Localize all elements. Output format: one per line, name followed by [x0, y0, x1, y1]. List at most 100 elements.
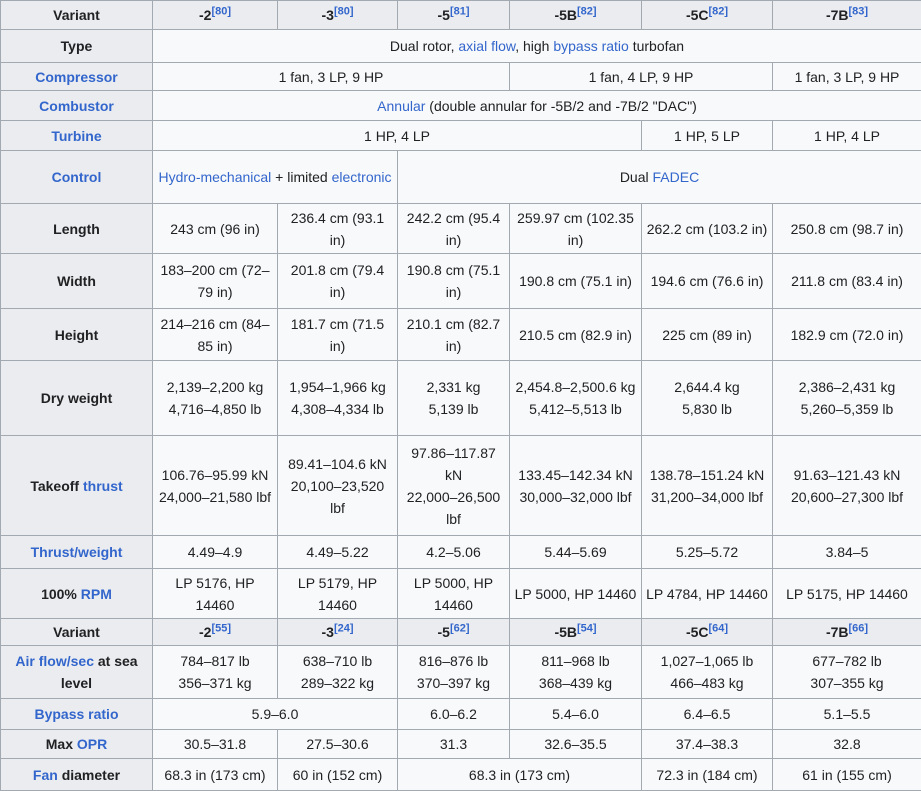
spec-value-cell: 784–817 lb356–371 kg [153, 646, 278, 699]
text-segment: 784–817 lb [180, 653, 249, 669]
text-segment: 37.4–38.3 [676, 736, 738, 752]
text-segment: Dual rotor, [390, 38, 458, 54]
text-segment: 811–968 lb [541, 653, 609, 669]
text-segment: 5.4–6.0 [552, 706, 599, 722]
row-control: ControlHydro-mechanical + limited electr… [1, 151, 921, 204]
wiki-link[interactable]: Hydro-mechanical [158, 169, 271, 185]
text-segment: LP 5175, HP 14460 [786, 586, 908, 602]
text-segment: 201.8 cm (79.4 in) [291, 262, 384, 300]
reference-link[interactable]: [81] [450, 5, 470, 17]
wiki-link[interactable]: Bypass ratio [34, 706, 118, 722]
wiki-link[interactable]: OPR [77, 736, 107, 752]
reference-link[interactable]: [66] [849, 622, 869, 634]
text-segment: 133.45–142.34 kN [518, 467, 632, 483]
spec-value-cell: 72.3 in (184 cm) [642, 759, 773, 791]
row-turbine: Turbine1 HP, 4 LP1 HP, 5 LP1 HP, 4 LP [1, 121, 921, 151]
spec-value-cell: LP 5175, HP 14460 [773, 569, 921, 619]
variant-header-cell: -5[62] [398, 619, 510, 646]
text-segment: -3 [321, 7, 333, 23]
text-segment: 20,600–27,300 lbf [791, 489, 903, 505]
reference-link[interactable]: [24] [334, 622, 354, 634]
text-segment: 181.7 cm (71.5 in) [291, 316, 384, 354]
reference-link[interactable]: [54] [577, 622, 597, 634]
row-label-length: Length [1, 204, 153, 254]
text-segment: -5C [686, 624, 709, 640]
spec-value-cell: 181.7 cm (71.5 in) [278, 309, 398, 361]
spec-value-cell: Dual FADEC [398, 151, 921, 204]
row-label-control: Control [1, 151, 153, 204]
text-segment: 5.9–6.0 [252, 706, 299, 722]
reference-link[interactable]: [83] [849, 5, 869, 17]
spec-value-cell: 5.4–6.0 [510, 699, 642, 730]
text-segment: 262.2 cm (103.2 in) [647, 221, 768, 237]
reference-link[interactable]: [62] [450, 622, 470, 634]
row-variant-bottom: Variant-2[55]-3[24]-5[62]-5B[54]-5C[64]-… [1, 619, 921, 646]
text-segment: 242.2 cm (95.4 in) [407, 210, 500, 248]
spec-value-cell: 2,644.4 kg5,830 lb [642, 361, 773, 436]
row-variant-top: Variant-2[80]-3[80]-5[81]-5B[82]-5C[82]-… [1, 1, 921, 30]
wiki-link[interactable]: bypass ratio [553, 38, 628, 54]
reference-link[interactable]: [64] [709, 622, 729, 634]
reference-link[interactable]: [55] [211, 622, 231, 634]
wiki-link[interactable]: Fan [33, 767, 58, 783]
spec-value-cell: 6.0–6.2 [398, 699, 510, 730]
wiki-link[interactable]: electronic [332, 169, 392, 185]
spec-value-cell: 133.45–142.34 kN30,000–32,000 lbf [510, 436, 642, 536]
text-segment: -5 [437, 624, 449, 640]
spec-value-cell: 30.5–31.8 [153, 730, 278, 759]
text-segment: 2,454.8–2,500.6 kg [516, 379, 636, 395]
wiki-link[interactable]: Thrust/weight [31, 544, 123, 560]
text-segment: 1 fan, 3 LP, 9 HP [795, 69, 900, 85]
text-segment: Height [55, 327, 99, 343]
reference-link[interactable]: [80] [211, 5, 231, 17]
wiki-link[interactable]: axial flow [458, 38, 515, 54]
spec-value-cell: LP 5176, HP 14460 [153, 569, 278, 619]
spec-value-cell: 37.4–38.3 [642, 730, 773, 759]
row-label-compressor: Compressor [1, 63, 153, 91]
spec-value-cell: 97.86–117.87 kN22,000–26,500 lbf [398, 436, 510, 536]
text-segment: 61 in (155 cm) [802, 767, 891, 783]
reference-link[interactable]: [80] [334, 5, 354, 17]
wiki-link[interactable]: Control [52, 169, 102, 185]
row-label-takeoff-thrust: Takeoff thrust [1, 436, 153, 536]
text-segment: 1,954–1,966 kg [289, 379, 386, 395]
text-segment: 214–216 cm (84–85 in) [161, 316, 270, 354]
spec-value-cell: 190.8 cm (75.1 in) [510, 254, 642, 309]
text-segment: 32.8 [833, 736, 860, 752]
text-segment: 466–483 kg [670, 675, 743, 691]
text-segment: 1 HP, 4 LP [364, 128, 430, 144]
text-segment: 370–397 kg [417, 675, 490, 691]
text-segment: -5B [554, 624, 577, 640]
reference-link[interactable]: [82] [709, 5, 729, 17]
wiki-link[interactable]: Annular [377, 98, 425, 114]
spec-value-cell: 2,386–2,431 kg5,260–5,359 lb [773, 361, 921, 436]
wiki-link[interactable]: RPM [81, 586, 112, 602]
text-segment: 259.97 cm (102.35 in) [517, 210, 634, 248]
text-segment: -5C [686, 7, 709, 23]
wiki-link[interactable]: Air flow/sec [15, 653, 94, 669]
text-segment: turbofan [629, 38, 684, 54]
text-segment: Type [61, 38, 93, 54]
text-segment: LP 4784, HP 14460 [646, 586, 768, 602]
reference-link[interactable]: [82] [577, 5, 597, 17]
row-label-rpm-100: 100% RPM [1, 569, 153, 619]
text-segment: 91.63–121.43 kN [794, 467, 901, 483]
spec-value-cell: 5.44–5.69 [510, 536, 642, 569]
text-segment: -2 [199, 624, 211, 640]
wiki-link[interactable]: FADEC [653, 169, 700, 185]
text-segment: 4,308–4,334 lb [291, 401, 384, 417]
spec-value-cell: 31.3 [398, 730, 510, 759]
text-segment: Variant [53, 624, 100, 640]
row-label-fan-diameter: Fan diameter [1, 759, 153, 791]
variant-header-cell: -2[80] [153, 1, 278, 30]
spec-value-cell: 5.25–5.72 [642, 536, 773, 569]
row-thrust-weight: Thrust/weight4.49–4.94.49–5.224.2–5.065.… [1, 536, 921, 569]
wiki-link[interactable]: Turbine [51, 128, 101, 144]
spec-value-cell: 210.5 cm (82.9 in) [510, 309, 642, 361]
text-segment: LP 5179, HP 14460 [298, 575, 377, 613]
wiki-link[interactable]: Compressor [35, 69, 117, 85]
spec-value-cell: 811–968 lb368–439 kg [510, 646, 642, 699]
wiki-link[interactable]: thrust [83, 478, 123, 494]
wiki-link[interactable]: Combustor [39, 98, 114, 114]
spec-value-cell: LP 5000, HP 14460 [398, 569, 510, 619]
